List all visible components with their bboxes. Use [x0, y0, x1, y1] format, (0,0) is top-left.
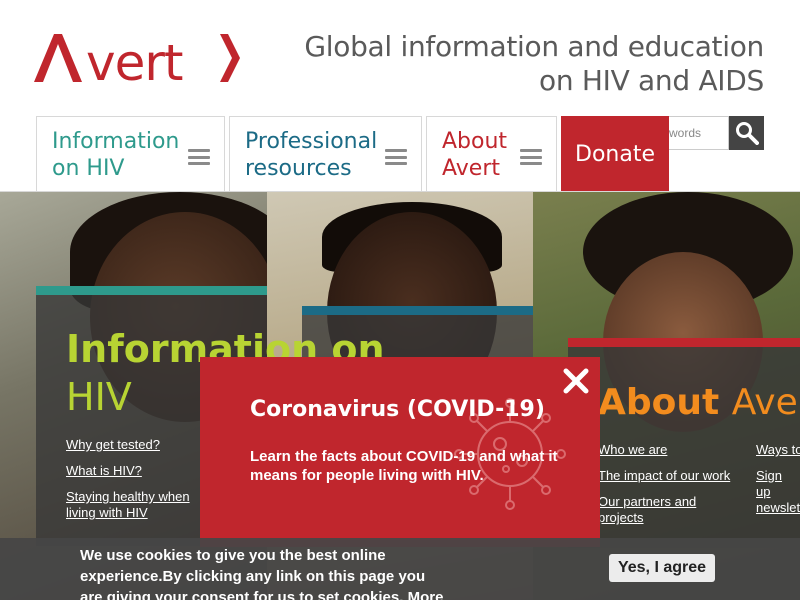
site-tagline: Global information and education on HIV … [304, 30, 764, 97]
avert-logo[interactable]: vert [32, 30, 242, 86]
donate-button[interactable]: Donate [561, 116, 669, 192]
nav-tab-professional-resources[interactable]: Professional resources [229, 116, 422, 192]
card-title-hiv: HIV [66, 375, 132, 419]
cookie-agree-button[interactable]: Yes, I agree [609, 554, 715, 582]
cookie-banner: We use cookies to give you the best onli… [0, 538, 800, 600]
svg-text:vert: vert [86, 34, 183, 86]
card-title-about: About [598, 382, 720, 423]
search-input[interactable]: words [669, 116, 729, 150]
nav-tab-label: About Avert [442, 128, 508, 181]
hamburger-menu-icon[interactable] [385, 149, 407, 165]
card-title-avert: Avert [731, 382, 800, 423]
link-what-is-hiv[interactable]: What is HIV? [66, 463, 142, 479]
nav-tab-about-avert[interactable]: About Avert [426, 116, 557, 192]
close-icon[interactable] [562, 367, 590, 395]
link-sign-up-newsletter[interactable]: Sign up newslet [756, 468, 800, 516]
nav-tab-label: Professional resources [245, 128, 378, 181]
link-partners-projects[interactable]: Our partners and projects [598, 494, 718, 526]
link-why-get-tested[interactable]: Why get tested? [66, 437, 160, 453]
hamburger-menu-icon[interactable] [520, 149, 542, 165]
search-icon [735, 122, 759, 145]
card-title-about-avert: About Avert [598, 380, 800, 426]
cookie-text: We use cookies to give you the best onli… [80, 547, 444, 600]
search-button[interactable] [729, 116, 764, 150]
nav-tab-label: Information on HIV [52, 128, 180, 181]
modal-title: Coronavirus (COVID-19) [250, 397, 545, 422]
covid-modal: Coronavirus (COVID-19) Learn the facts a… [200, 357, 600, 547]
modal-body-link[interactable]: Learn the facts about COVID-19 and what … [250, 447, 560, 485]
link-staying-healthy[interactable]: Staying healthy when living with HIV [66, 489, 196, 521]
avert-logo-mark: vert [34, 34, 240, 86]
link-ways-to[interactable]: Ways to [756, 442, 800, 458]
nav-tab-information-on-hiv[interactable]: Information on HIV [36, 116, 225, 192]
link-who-we-are[interactable]: Who we are [598, 442, 667, 458]
link-impact-of-our-work[interactable]: The impact of our work [598, 468, 730, 484]
hamburger-menu-icon[interactable] [188, 149, 210, 165]
